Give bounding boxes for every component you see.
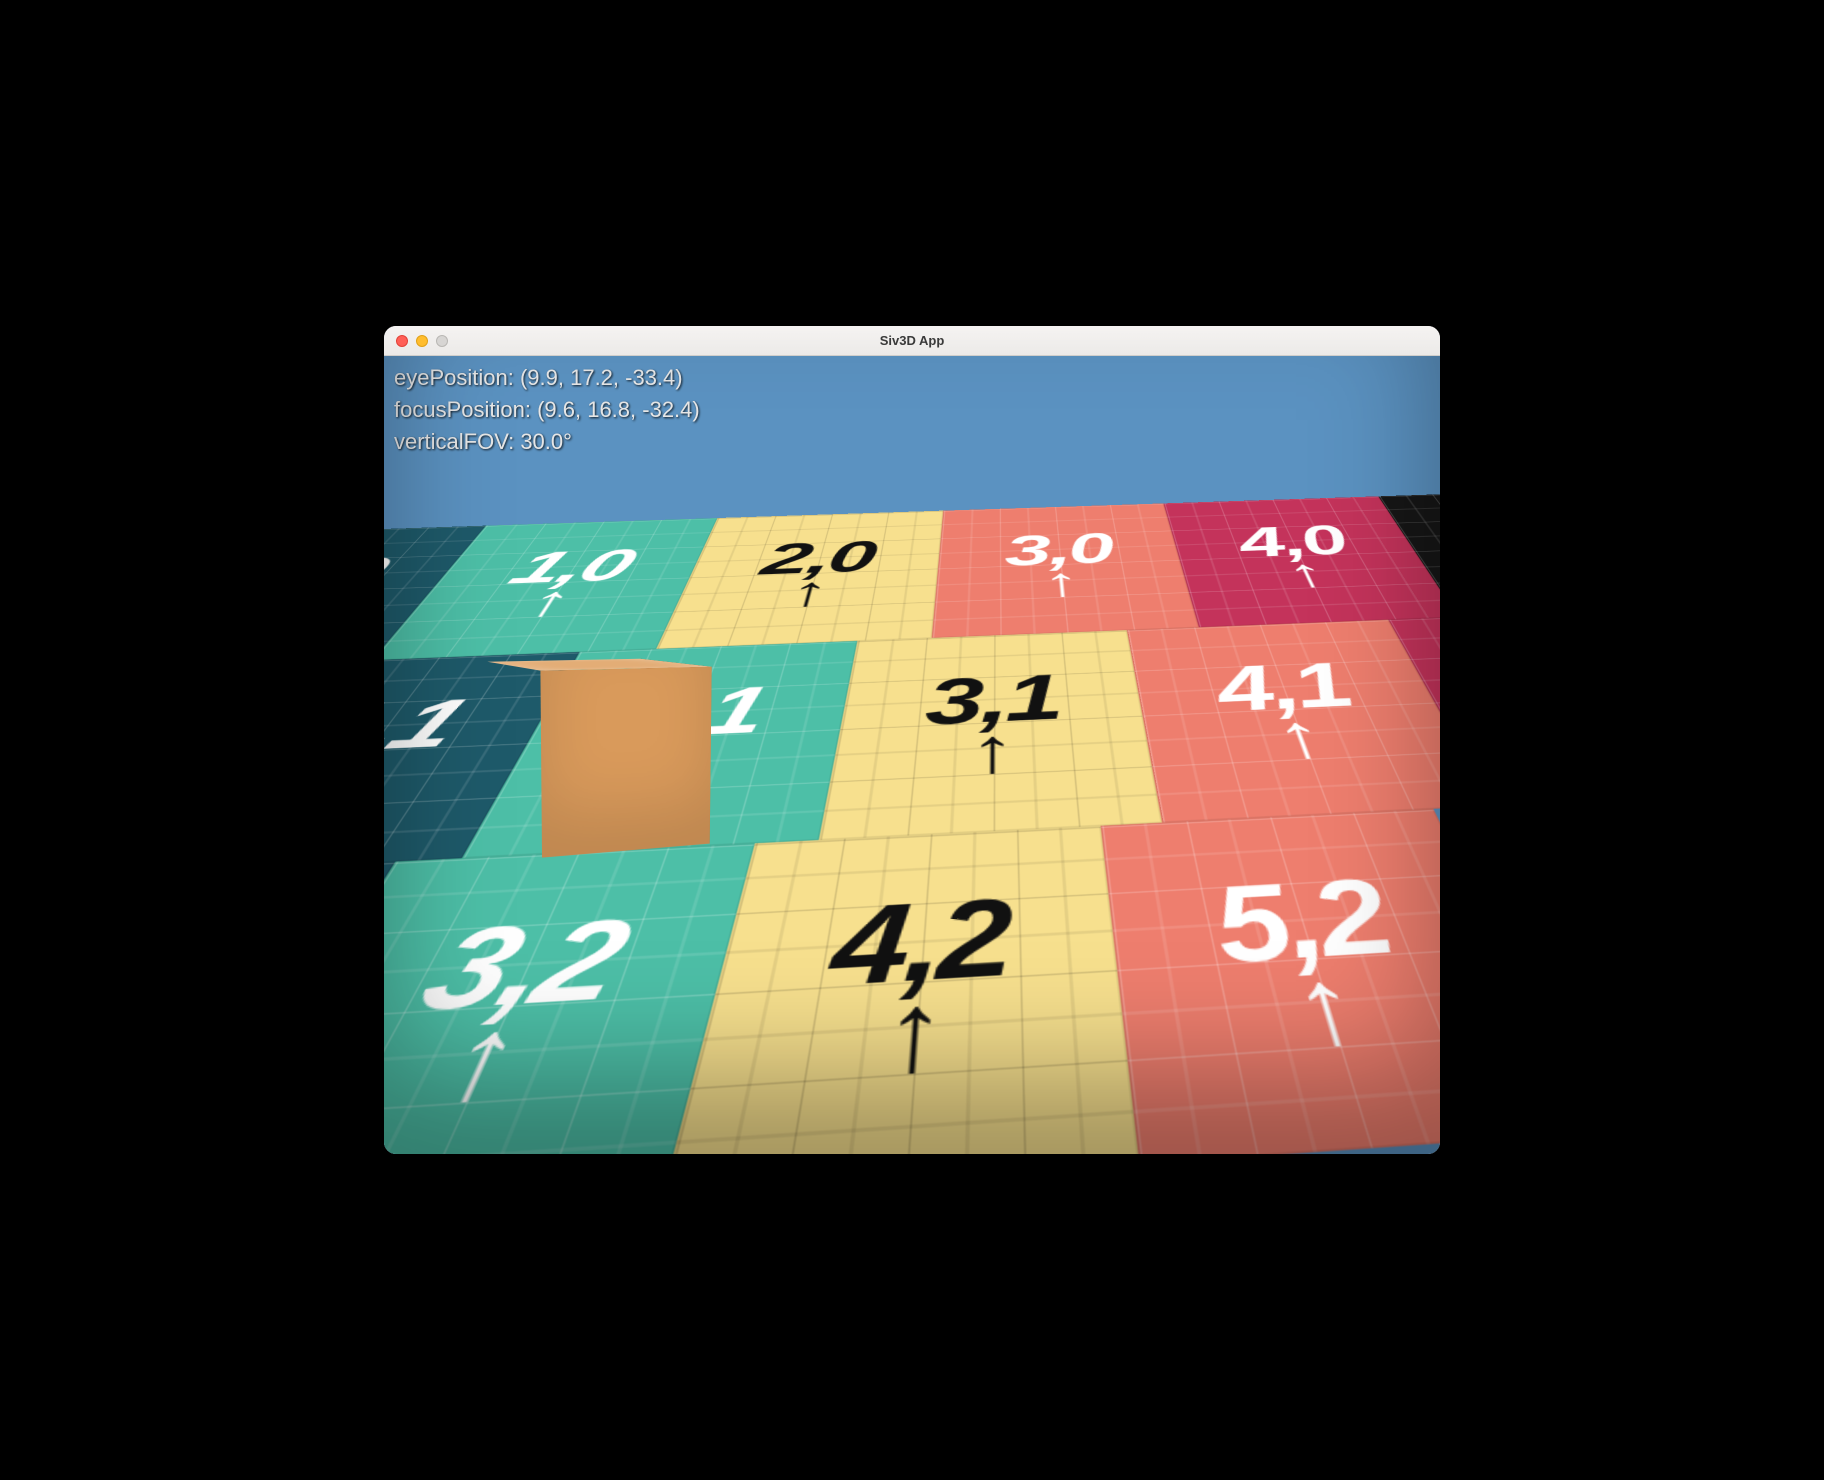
close-icon[interactable]: [396, 335, 408, 347]
minimize-icon[interactable]: [416, 335, 428, 347]
debug-hud: eyePosition: (9.9, 17.2, -33.4) focusPos…: [394, 362, 700, 458]
arrow-up-icon: ↑: [1042, 564, 1083, 601]
cylinder-bottom: [1124, 864, 1294, 898]
tile-label: 1,1: [384, 692, 477, 760]
sphere-primitive: [836, 696, 1008, 868]
titlebar[interactable]: Siv3D App: [384, 326, 1440, 356]
cylinder-primitive: [1124, 686, 1294, 898]
window-controls: [384, 335, 448, 347]
viewport-3d[interactable]: 0,0↑1,0↑2,0↑3,0↑4,0↑5,0↑0,1↑1,1↑2,1↑3,1↑…: [384, 356, 1440, 1154]
box-front-face: [540, 667, 711, 858]
hud-eye-position: eyePosition: (9.9, 17.2, -33.4): [394, 362, 700, 394]
window-title: Siv3D App: [384, 333, 1440, 348]
hud-vertical-fov: verticalFOV: 30.0°: [394, 426, 700, 458]
floor-tile: 3,0↑: [932, 503, 1199, 637]
hud-focus-position: focusPosition: (9.6, 16.8, -32.4): [394, 394, 700, 426]
cylinder-top: [1124, 686, 1294, 738]
app-window: Siv3D App 0,0↑1,0↑2,0↑3,0↑4,0↑5,0↑0,1↑1,…: [384, 326, 1440, 1154]
tile-label: 0,0: [384, 553, 398, 598]
arrow-up-icon: ↑: [878, 982, 949, 1086]
box-primitive: [512, 662, 709, 881]
zoom-icon[interactable]: [436, 335, 448, 347]
